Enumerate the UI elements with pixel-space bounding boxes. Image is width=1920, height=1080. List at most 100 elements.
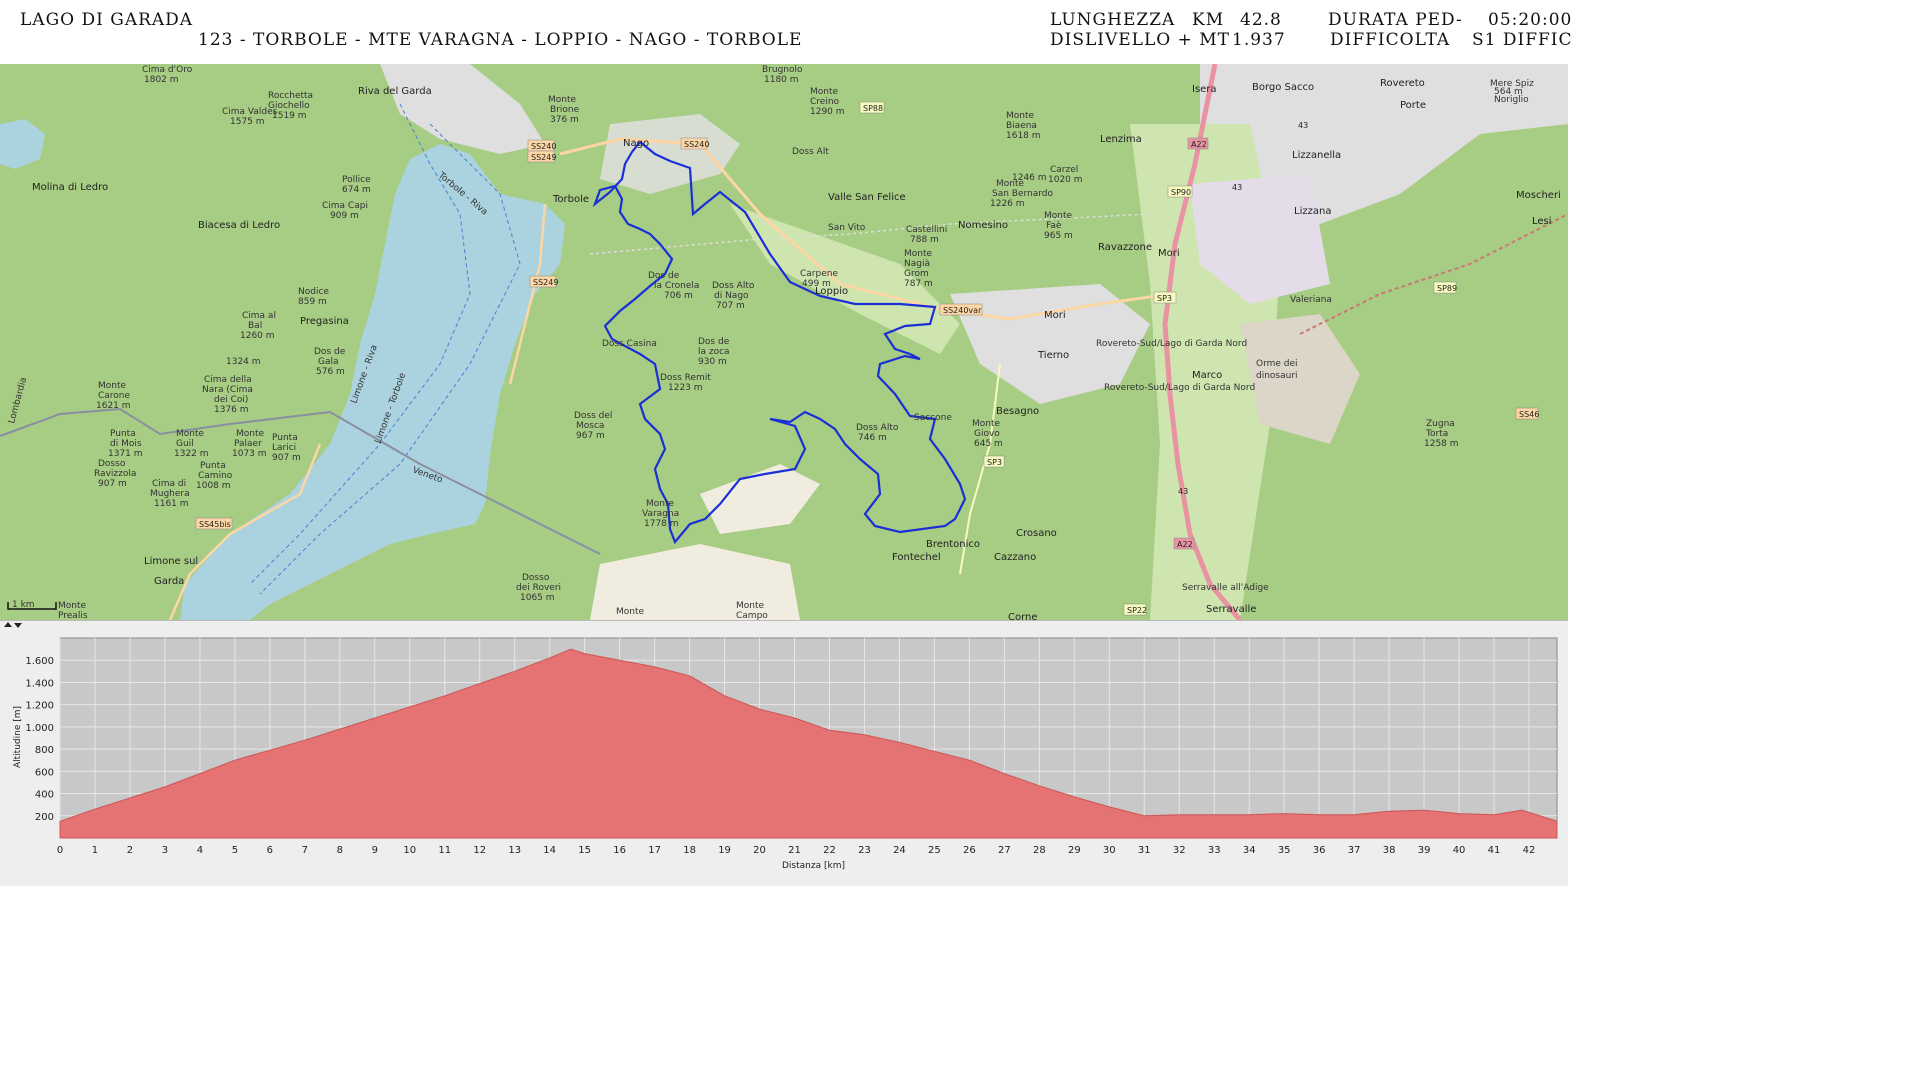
place-label: Garda: [154, 576, 184, 587]
peak-label: 499 m: [802, 279, 831, 289]
place-label: Serravalle all'Adige: [1182, 583, 1269, 593]
peak-label: Monte: [616, 607, 645, 617]
peak-label: Carzel: [1050, 165, 1078, 175]
map-canvas[interactable]: Riva del Garda Molina di Ledro Biacesa d…: [0, 64, 1568, 620]
peak-label: Grom: [904, 269, 929, 279]
x-tick-label: 8: [337, 845, 343, 856]
place-label: Valeriana: [1290, 295, 1332, 305]
length-unit: KM: [1192, 10, 1225, 30]
peak-label: 645 m: [974, 439, 1003, 449]
road-shield: SP3: [1157, 294, 1172, 303]
place-label: Moscheri: [1516, 190, 1561, 201]
peak-label: Mughera: [150, 489, 190, 499]
peak-label: 1618 m: [1006, 131, 1041, 141]
place-label: Brentonico: [926, 539, 980, 550]
peak-label: Monte: [176, 429, 205, 439]
peak-label: Brione: [550, 105, 580, 115]
peak-label: 1223 m: [668, 383, 703, 393]
peak-label: 907 m: [272, 453, 301, 463]
place-label: Lizzanella: [1292, 150, 1341, 161]
x-tick-label: 10: [403, 845, 416, 856]
place-label: Nago: [623, 138, 649, 149]
peak-label: Monte: [972, 419, 1001, 429]
peak-label: Varagna: [642, 509, 679, 519]
place-label: Marco: [1192, 370, 1222, 381]
peak-label: 1008 m: [196, 481, 231, 491]
road-shield: SS45bis: [199, 520, 231, 529]
peak-label: 1258 m: [1424, 439, 1459, 449]
road-shield: SP22: [1127, 606, 1147, 615]
peak-label: Noriglio: [1494, 95, 1529, 105]
place-label: Limone sul: [144, 556, 198, 567]
peak-label: Faè: [1046, 220, 1062, 231]
road-shield: A22: [1191, 140, 1207, 149]
peak-label: Carone: [98, 391, 131, 401]
peak-label: Punta: [110, 429, 136, 439]
peak-label: Ravizzola: [94, 469, 136, 479]
difficulty-label: DIFFICOLTA: [1330, 30, 1451, 50]
place-label: Serravalle: [1206, 604, 1256, 615]
peak-label: Punta: [200, 461, 226, 471]
x-tick-label: 12: [473, 845, 486, 856]
peak-label: 376 m: [550, 115, 579, 125]
peak-label: 907 m: [98, 479, 127, 489]
road-shield: SS240var: [943, 306, 982, 315]
peak-label: 1519 m: [272, 111, 307, 121]
place-label: Mori: [1158, 248, 1180, 259]
x-tick-label: 21: [788, 845, 801, 856]
x-tick-label: 13: [508, 845, 521, 856]
peak-label: Monte: [646, 499, 675, 509]
peak-label: 1324 m: [226, 357, 261, 367]
peak-label: Camino: [198, 471, 233, 481]
peak-label: Biaena: [1006, 121, 1037, 131]
road-shield: SS249: [531, 153, 556, 162]
x-tick-label: 30: [1103, 845, 1116, 856]
peak-label: 1621 m: [96, 401, 131, 411]
y-tick-label: 400: [35, 790, 54, 801]
map-view[interactable]: Riva del Garda Molina di Ledro Biacesa d…: [0, 64, 1568, 620]
place-label: Cazzano: [994, 552, 1036, 563]
peak-label: Pollice: [342, 175, 371, 185]
x-tick-label: 20: [753, 845, 766, 856]
peak-label: 706 m: [664, 291, 693, 301]
x-tick-label: 11: [438, 845, 451, 856]
road-shield: A22: [1177, 540, 1193, 549]
peak-label: Monte: [236, 429, 265, 439]
x-tick-label: 3: [162, 845, 168, 856]
peak-label: 965 m: [1044, 231, 1073, 241]
duration-value: 05:20:00: [1488, 10, 1573, 30]
urban-riva: [380, 64, 545, 154]
y-tick-labels: 200 400 600 800 1.000 1.200 1.400 1.600: [25, 656, 54, 823]
peak-label: Monte: [1044, 211, 1073, 221]
peak-label: Monte: [548, 95, 577, 105]
x-tick-label: 31: [1138, 845, 1151, 856]
peak-label: 674 m: [342, 185, 371, 195]
place-label: Fontechel: [892, 552, 941, 563]
peak-label: Cima Capi: [322, 201, 368, 211]
y-tick-label: 600: [35, 767, 54, 778]
place-label: Valle San Felice: [828, 192, 906, 203]
road-shield: 43: [1298, 121, 1308, 130]
peak-label: Cima di: [152, 479, 186, 489]
x-tick-label: 39: [1418, 845, 1431, 856]
peak-label: 859 m: [298, 297, 327, 307]
road-shield: SS240: [684, 140, 709, 149]
peak-label: Doss del: [574, 411, 612, 421]
peak-label: 1322 m: [174, 449, 209, 459]
x-tick-label: 36: [1313, 845, 1326, 856]
peak-label: Giochello: [268, 101, 310, 111]
peak-label: Cima d'Oro: [142, 65, 193, 75]
peak-label: Dos de: [314, 347, 346, 357]
peak-label: 746 m: [858, 433, 887, 443]
peak-label: Creino: [810, 97, 840, 107]
peak-label: 1073 m: [232, 449, 267, 459]
lake-ledro: [0, 119, 45, 169]
peak-label: Brugnolo: [762, 65, 803, 75]
peak-label: 1376 m: [214, 405, 249, 415]
peak-label: 1802 m: [144, 75, 179, 85]
peak-label: 1260 m: [240, 331, 275, 341]
road-shield: SS240: [531, 142, 556, 151]
y-axis-label: Altitudine [m]: [13, 706, 23, 768]
peak-label: Dos de: [648, 271, 680, 281]
duration-label: DURATA PED-: [1328, 10, 1463, 30]
